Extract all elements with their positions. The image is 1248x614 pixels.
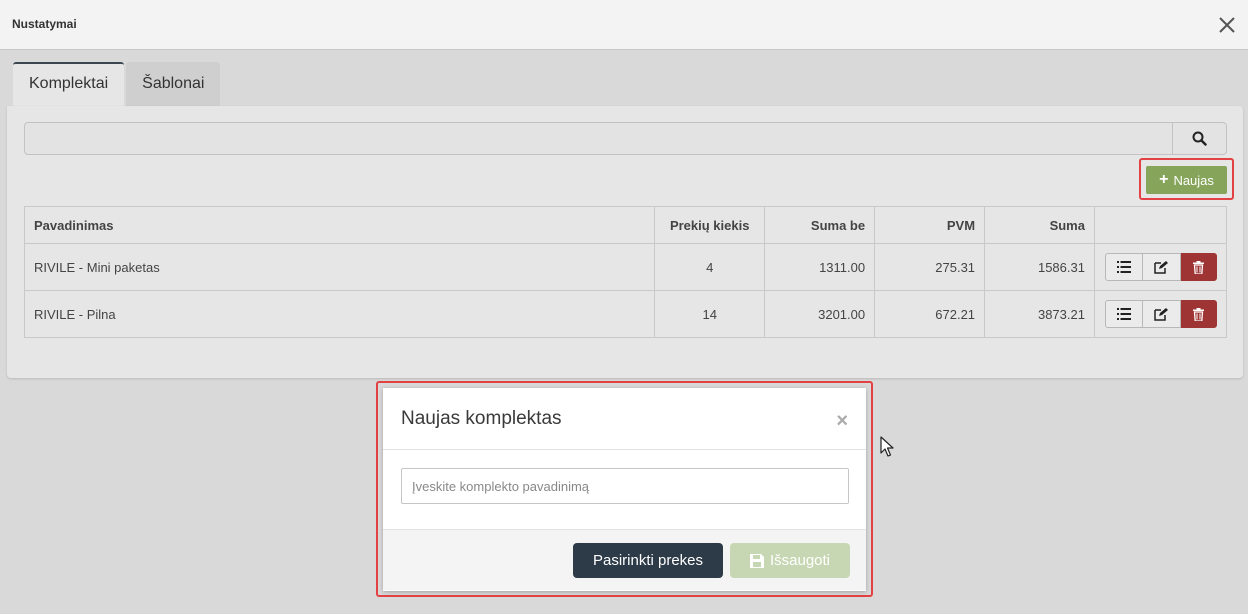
modal-close-icon[interactable]: × xyxy=(836,410,848,433)
new-kit-button[interactable]: + Naujas xyxy=(1146,166,1227,194)
search-icon xyxy=(1192,131,1207,146)
trash-icon xyxy=(1193,260,1205,274)
table-header-row: Pavadinimas Prekių kiekis Suma be PVM Su… xyxy=(23,206,1228,244)
table-row: RIVILE - Pilna 14 3201.00 672.21 3873.21 xyxy=(23,290,1228,338)
search-bar xyxy=(24,122,1227,155)
column-header-name[interactable]: Pavadinimas xyxy=(23,206,656,244)
window-titlebar: Nustatymai xyxy=(0,0,1248,50)
kits-panel: + Naujas Pavadinimas Prekių kiekis Suma … xyxy=(7,106,1243,378)
cell-qty: 4 xyxy=(654,243,766,291)
new-kit-button-label: Naujas xyxy=(1173,172,1214,188)
trash-icon xyxy=(1193,307,1205,321)
tab-komplektai[interactable]: Komplektai xyxy=(13,62,125,106)
edit-icon xyxy=(1154,260,1169,274)
save-button-label: Išsaugoti xyxy=(769,552,831,569)
row-action-group xyxy=(1104,300,1217,328)
new-kit-modal: Naujas komplektas × Pasirinkti prekes Iš… xyxy=(383,388,866,591)
plus-icon: + xyxy=(1159,171,1169,188)
edit-button[interactable] xyxy=(1142,253,1181,281)
column-header-vat[interactable]: PVM xyxy=(874,206,986,244)
close-icon[interactable] xyxy=(1216,14,1238,36)
table-row: RIVILE - Mini paketas 4 1311.00 275.31 1… xyxy=(23,243,1228,291)
cell-vat: 672.21 xyxy=(874,290,986,338)
save-button[interactable]: Išsaugoti xyxy=(730,543,850,578)
list-icon xyxy=(1116,261,1131,273)
column-header-sum[interactable]: Suma xyxy=(984,206,1095,244)
tab-sablonai[interactable]: Šablonai xyxy=(126,62,221,106)
edit-icon xyxy=(1154,307,1169,321)
column-header-actions xyxy=(1093,206,1228,244)
floppy-disk-icon xyxy=(749,553,764,568)
row-action-group xyxy=(1104,253,1217,281)
cell-vat: 275.31 xyxy=(874,243,986,291)
list-icon xyxy=(1116,308,1131,320)
choose-products-button[interactable]: Pasirinkti prekes xyxy=(573,543,723,578)
cell-actions xyxy=(1093,243,1228,291)
window-title: Nustatymai xyxy=(12,17,77,31)
cell-name: RIVILE - Pilna xyxy=(23,290,656,338)
cell-sum-without-vat: 3201.00 xyxy=(764,290,876,338)
search-input[interactable] xyxy=(25,123,1172,154)
list-items-button[interactable] xyxy=(1104,253,1143,281)
cell-actions xyxy=(1093,290,1228,338)
column-header-sum-without-vat[interactable]: Suma be xyxy=(764,206,876,244)
delete-button[interactable] xyxy=(1180,253,1217,281)
cell-qty: 14 xyxy=(654,290,766,338)
mouse-cursor-icon xyxy=(880,436,894,457)
delete-button[interactable] xyxy=(1180,300,1217,328)
column-header-qty[interactable]: Prekių kiekis xyxy=(654,206,766,244)
cell-sum-without-vat: 1311.00 xyxy=(764,243,876,291)
modal-footer: Pasirinkti prekes Išsaugoti xyxy=(383,530,866,590)
cell-name: RIVILE - Mini paketas xyxy=(23,243,656,291)
edit-button[interactable] xyxy=(1142,300,1181,328)
kit-name-input[interactable] xyxy=(401,468,849,504)
modal-body xyxy=(383,450,866,530)
cell-sum: 1586.31 xyxy=(984,243,1095,291)
list-items-button[interactable] xyxy=(1104,300,1143,328)
modal-title: Naujas komplektas xyxy=(401,408,562,429)
tab-bar: Komplektai Šablonai xyxy=(13,62,222,106)
modal-header: Naujas komplektas × xyxy=(383,388,866,450)
search-button[interactable] xyxy=(1172,123,1226,154)
cell-sum: 3873.21 xyxy=(984,290,1095,338)
kits-table: Pavadinimas Prekių kiekis Suma be PVM Su… xyxy=(23,206,1228,338)
